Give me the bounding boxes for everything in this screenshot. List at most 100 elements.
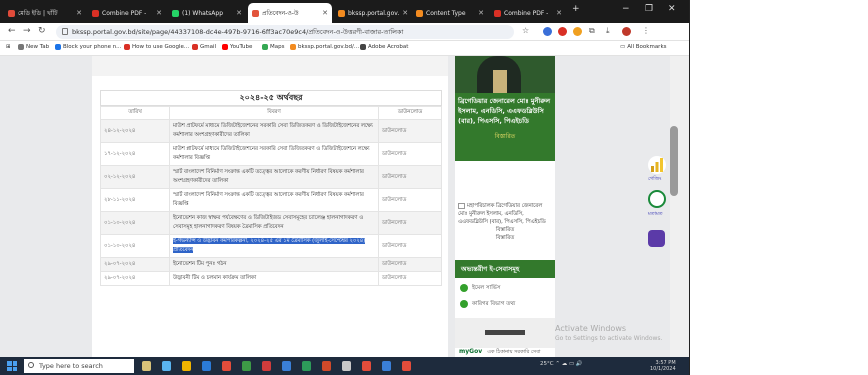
maximize-button[interactable]: ❐ [645,4,653,14]
tab-1[interactable]: মেডি ইডি | খাঁটি ✕ [4,3,86,23]
bookmark-gmail[interactable]: Gmail [192,44,216,50]
powerpoint-icon[interactable] [322,361,331,371]
back-arrow-icon[interactable]: ← [8,26,16,36]
close-icon[interactable]: ✕ [322,9,328,17]
extension-icon[interactable] [543,27,552,36]
taskbar-app-icon[interactable] [142,361,151,371]
minimize-button[interactable]: − [622,4,630,14]
tab-label: Combine PDF - [504,9,549,17]
scrollbar-thumb[interactable] [670,126,678,196]
row-date: ০২-১২-২০২৪ [100,165,170,189]
page-scrollbar[interactable] [670,56,689,357]
download-link[interactable]: ডাউনলোড [378,188,442,212]
excel-icon[interactable] [302,361,311,371]
profile-box: ব্রিগেডিয়ার জেনারেল মোঃ মুনীরুল ইসলাম, … [455,93,555,161]
table-row: ০১-১০-২০২৪ ইনোভেশন কাজ স্বাক্ষর পর্যবেক্… [100,211,442,235]
word-icon[interactable] [282,361,291,371]
row-description: স্মার্ট বাংলাদেশ বিনির্মাণ সংক্রান্ত একট… [169,165,379,189]
forward-arrow-icon[interactable]: → [23,26,31,36]
download-link[interactable]: ডাউনলোড [378,271,442,286]
taskbar-app-icon[interactable] [402,361,411,371]
clock[interactable]: 3:57 PM 10/1/2024 [650,360,676,372]
url-input[interactable]: bkssp.portal.gov.bd/site/page/44337108-d… [56,25,514,39]
tab-4-active[interactable]: প্রতিবেদন-ও-উ ✕ [248,3,332,23]
reload-icon[interactable]: ↻ [38,26,46,36]
download-link[interactable]: ডাউনলোড [378,165,442,189]
favicon-icon [416,9,423,17]
table-row: ২৯-০৭-২০২৪ ইনোভেশন টিম পুনঃ গঠন ডাউনলোড [100,257,442,272]
puzzle-icon[interactable]: ⧉ [589,26,595,36]
close-icon[interactable]: ✕ [156,9,162,17]
image-caption[interactable]: বিস্তারিত [458,226,552,234]
tab-3[interactable]: (1) WhatsApp ✕ [168,3,246,23]
extension-icon[interactable] [573,27,582,36]
taskbar-app-icon[interactable] [162,361,171,371]
chat-bubble-icon[interactable] [648,190,666,208]
file-explorer-icon[interactable] [182,361,191,371]
taskbar: Type here to search 25°C ⌃ ☁ ▭ 🔊 3:57 PM… [0,357,689,375]
row-date: ১৭-১২-২০২৪ [100,142,170,166]
favicon-icon [338,9,345,17]
bookmark-new-tab[interactable]: New Tab [18,44,49,50]
tab-7[interactable]: Combine PDF - ✕ [490,3,566,23]
row-description: মাউশ প্রাটফর্মে মাধ্যমে ডিজিটাইজেশনের সর… [169,119,379,143]
chrome-icon[interactable] [222,361,231,371]
site-info-icon[interactable] [62,28,68,35]
taskbar-app-icon[interactable] [382,361,391,371]
download-link[interactable]: ডাউনলোড [378,257,442,272]
apps-icon[interactable]: ⊞ [6,44,11,50]
download-link[interactable]: ডাউনলোড [378,119,442,143]
column-header-download: ডাউনলোড [378,106,442,120]
windows-start-icon[interactable] [7,361,17,371]
eservice-item[interactable]: ইমেল সার্ভিস [455,281,555,295]
system-tray[interactable]: 25°C ⌃ ☁ ▭ 🔊 [540,361,583,367]
mygov-banner[interactable]: myGov এক ঠিকানায় সরকারি সেবা [455,348,555,357]
bookmark-maps[interactable]: Maps [262,44,284,50]
extension-icon[interactable] [558,27,567,36]
table-row: ০২-১২-২০২৪ স্মার্ট বাংলাদেশ বিনির্মাণ সং… [100,165,442,189]
tab-5[interactable]: bkssp.portal.gov. ✕ [334,3,410,23]
all-bookmarks[interactable]: ▭ All Bookmarks [620,44,667,50]
close-icon[interactable]: ✕ [236,9,242,17]
bookmark-google[interactable]: How to use Google... [124,44,189,50]
profile-avatar[interactable] [622,27,631,36]
menu-icon[interactable]: ⋮ [642,26,650,35]
bookmark-block-phone[interactable]: Block your phone n... [55,44,121,50]
profile-details-link[interactable]: বিস্তারিত [458,132,552,142]
star-icon[interactable]: ☆ [522,26,529,35]
download-link[interactable]: ডাউনলোড [378,142,442,166]
tab-6[interactable]: Content Type ✕ [412,3,488,23]
close-icon[interactable]: ✕ [478,9,484,17]
bookmark-bkssp[interactable]: bkssp.portal.gov.bd/... [290,44,359,50]
close-window-button[interactable]: ✕ [668,4,676,14]
taskbar-app-icon[interactable] [362,361,371,371]
broken-image-icon [458,202,465,209]
close-icon[interactable]: ✕ [402,9,408,17]
favicon-icon [494,9,501,17]
download-link[interactable]: ডাউনলোড [378,211,442,235]
tab-2[interactable]: Combine PDF - ✕ [88,3,166,23]
taskbar-search-input[interactable]: Type here to search [24,359,134,373]
new-tab-button[interactable]: + [572,4,580,14]
close-icon[interactable]: ✕ [556,9,562,17]
address-toolbar: ← → ↻ bkssp.portal.gov.bd/site/page/4433… [0,23,689,41]
bar-chart-icon[interactable] [648,156,666,174]
eservice-item[interactable]: কারিগর বিভাগ তথ্য [455,297,555,311]
download-icon[interactable]: ⤓ [606,26,610,36]
bookmark-youtube[interactable]: YouTube [222,44,252,50]
image-alt-text: মহাপরিচালক ব্রিগেডিয়ার জেনারেল মোঃ মুনী… [458,203,546,225]
tab-label: (1) WhatsApp [182,9,224,17]
close-icon[interactable]: ✕ [76,9,82,17]
taskbar-app-icon[interactable] [202,361,211,371]
table-header-row: তারিখ বিবরণ ডাউনলোড [100,106,442,120]
image-caption-2[interactable]: বিস্তারিত [458,234,552,242]
taskbar-app-icon[interactable] [242,361,251,371]
selected-text[interactable]: ই-গভর্ন্যান্স ও উদ্ভাবন কর্মপরিকল্পনা, ২… [173,238,366,253]
taskbar-app-icon[interactable] [342,361,351,371]
download-link[interactable]: ডাউনলোড [378,234,442,258]
sidebar: ব্রিগেডিয়ার জেনারেল মোঃ মুনীরুল ইসলাম, … [455,56,555,357]
taskbar-app-icon[interactable] [262,361,271,371]
help-icon[interactable] [648,230,665,247]
profile-name: ব্রিগেডিয়ার জেনারেল মোঃ মুনীরুল ইসলাম, … [458,97,551,125]
bookmark-adobe[interactable]: Adobe Acrobat [360,44,408,50]
